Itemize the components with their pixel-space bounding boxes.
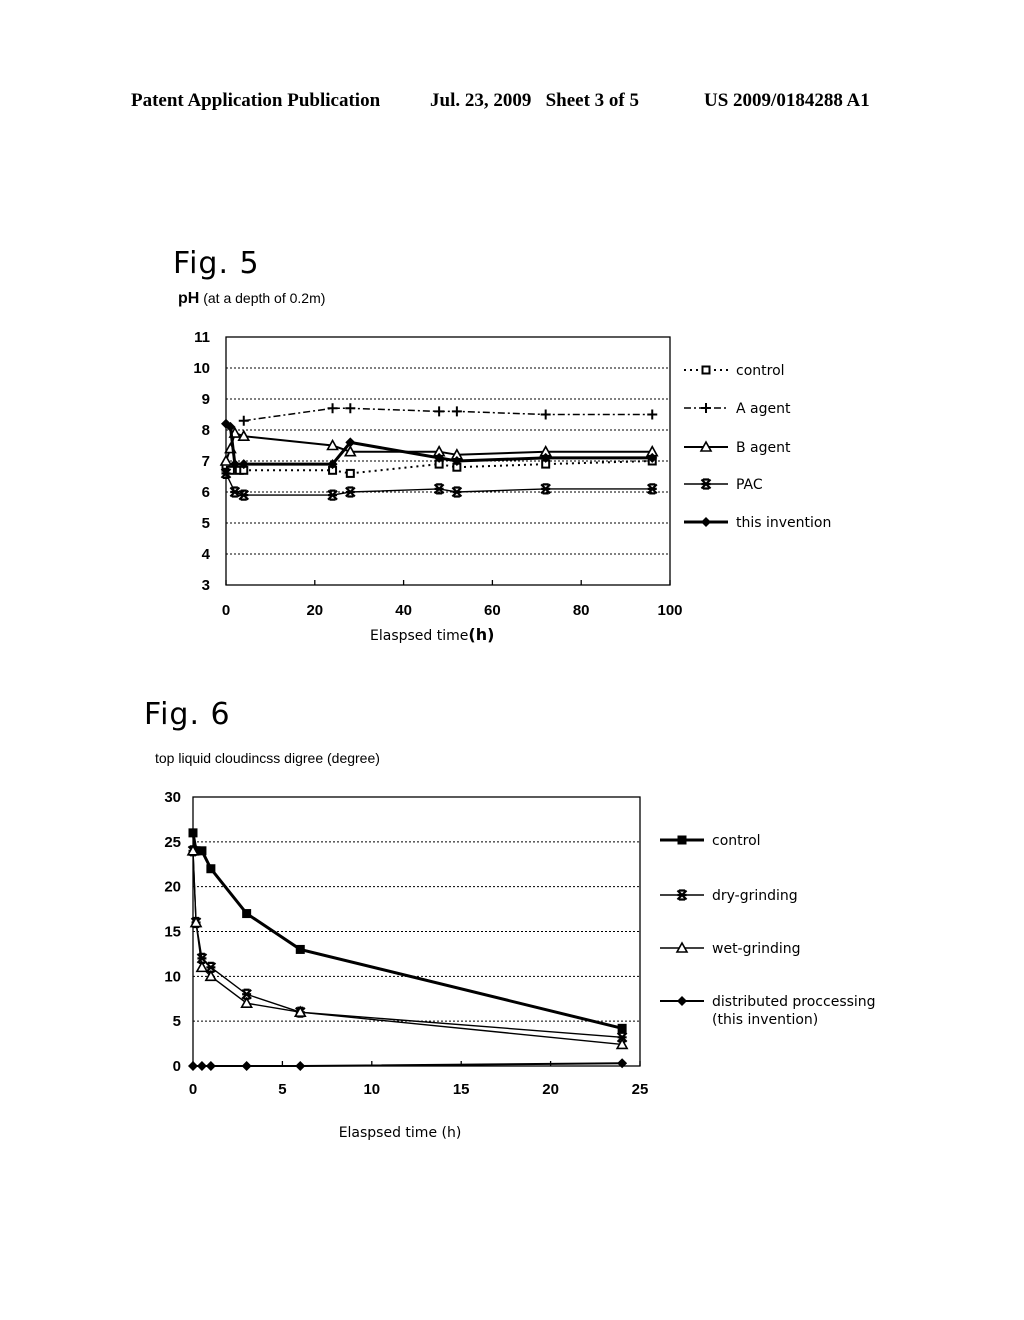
- fig6-legend-label: distributed proccessing: [712, 994, 876, 1010]
- fig5-y-tick-label: 5: [202, 515, 210, 532]
- charts-canvas: 345678910110 20 40 60 80 100controlA agentB a…: [164, 329, 875, 1141]
- fig5-legend-swatch-marker: [701, 403, 711, 413]
- fig5-x-tick-label: 100: [657, 602, 682, 619]
- fig6-chart: 0 5 10 15 20 25 30 0 5 10 15 20 25 control dry-grindin…: [164, 789, 875, 1141]
- fig6-legend-label: dry-grinding: [712, 888, 798, 904]
- fig6-data-point: [206, 864, 216, 874]
- fig5-legend-label: this invention: [736, 515, 831, 531]
- fig5-x-tick-label: 0: [222, 602, 230, 619]
- fig6-legend-swatch-marker: [676, 889, 688, 901]
- fig5-chart: 3 4 5 6 7 8 9 10 11 0 20 40 60 80 100 control A agent B a…: [193, 329, 831, 644]
- fig6-legend-item: dry-grinding: [660, 888, 798, 904]
- fig5-y-tick-label: 8: [202, 422, 210, 439]
- fig6-x-tick-label: 5: [278, 1081, 286, 1098]
- fig6-x-tick-label: 20: [542, 1081, 559, 1098]
- fig6-legend-item: wet-grinding: [660, 941, 801, 957]
- fig5-y-tick-label: 6: [202, 484, 210, 501]
- fig5-y-tick-label: 11: [194, 329, 210, 346]
- fig5-legend-label: A agent: [736, 401, 791, 417]
- fig5-x-tick-label: 20: [306, 602, 323, 619]
- fig6-data-point: [617, 1023, 627, 1033]
- fig6-data-point: [295, 944, 305, 954]
- fig6-data-point: [197, 846, 207, 856]
- fig6-y-tick-label: 0: [173, 1058, 181, 1075]
- fig5-legend-item: A agent: [684, 401, 791, 417]
- fig5-y-tick-label: 9: [202, 391, 210, 408]
- fig5-legend-swatch-marker: [700, 478, 712, 490]
- fig5-legend-item: control: [684, 363, 785, 379]
- fig6-legend-label-line2: (this invention): [712, 1012, 818, 1028]
- fig6-x-tick-label: 10: [363, 1081, 380, 1098]
- fig5-legend-swatch-marker: [701, 517, 711, 527]
- fig6-y-tick-label: 15: [164, 924, 181, 941]
- fig6-legend-swatch-marker: [677, 835, 687, 845]
- fig6-legend-label: control: [712, 833, 761, 849]
- fig5-legend-label: PAC: [736, 477, 763, 493]
- fig5-y-tick-label: 7: [202, 453, 210, 470]
- fig5-x-tick-label: 60: [484, 602, 501, 619]
- fig6-y-tick-label: 10: [164, 968, 181, 985]
- fig5-legend-item: this invention: [684, 515, 831, 531]
- fig6-y-tick-label: 30: [164, 789, 181, 806]
- fig6-x-tick-label: 25: [632, 1081, 649, 1098]
- fig6-data-point: [242, 909, 252, 919]
- fig6-x-tick-label: 0: [189, 1081, 197, 1098]
- fig5-x-tick-label: 40: [395, 602, 412, 619]
- fig6-x-title: Elaspsed time (h): [339, 1125, 462, 1141]
- fig5-y-tick-label: 4: [202, 546, 211, 563]
- fig6-y-tick-label: 20: [164, 879, 181, 896]
- fig6-y-tick-label: 25: [164, 834, 181, 851]
- fig5-legend-swatch-marker: [701, 365, 711, 375]
- fig5-legend-label: control: [736, 363, 785, 379]
- fig6-legend-item: control: [660, 833, 761, 849]
- fig6-plot-area: [192, 796, 641, 1067]
- fig5-x-title: Elaspsed time(h): [370, 625, 494, 644]
- fig5-x-tick-label: 80: [573, 602, 590, 619]
- fig6-x-tick-label: 15: [453, 1081, 470, 1098]
- fig6-legend-swatch-marker: [677, 996, 687, 1006]
- fig5-legend-item: B agent: [684, 440, 791, 456]
- fig5-legend-item: PAC: [684, 477, 763, 493]
- fig5-y-tick-label: 3: [202, 577, 210, 594]
- fig6-data-point: [188, 828, 198, 838]
- fig5-x-title-unit: (h): [468, 625, 494, 644]
- fig6-y-tick-label: 5: [173, 1013, 181, 1030]
- fig5-y-tick-label: 10: [193, 360, 210, 377]
- fig6-legend-item: distributed proccessing (this invention): [660, 994, 876, 1028]
- fig5-data-point: [345, 468, 355, 478]
- fig5-legend-label: B agent: [736, 440, 791, 456]
- fig6-legend-label: wet-grinding: [712, 941, 801, 957]
